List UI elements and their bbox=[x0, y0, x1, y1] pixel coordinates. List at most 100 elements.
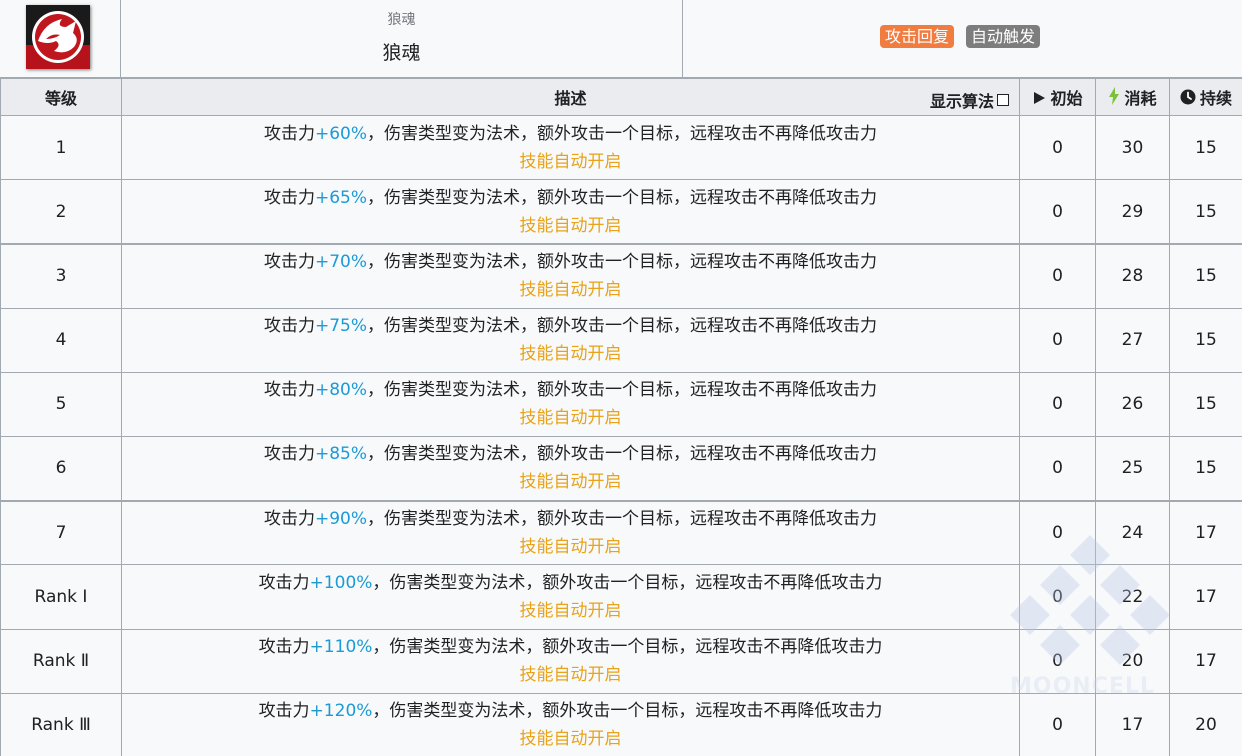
level-cell: Rank Ⅲ bbox=[0, 692, 122, 756]
duration-cell: 15 bbox=[1169, 371, 1242, 437]
skill-level-table: 等级 描述 显示算法 初始 消耗 持续 1 攻击力+60%，伤害类型变为法术，额… bbox=[0, 78, 1242, 756]
tag-attack-recovery: 攻击回复 bbox=[880, 25, 955, 48]
cost-header-label: 消耗 bbox=[1124, 89, 1157, 108]
skill-icon-cell bbox=[0, 0, 121, 78]
skill-name: 狼魂 bbox=[382, 42, 421, 64]
level-cell: 6 bbox=[0, 435, 122, 502]
desc-text: 攻击力+90%，伤害类型变为法术，额外攻击一个目标，远程攻击不再降低攻击力 bbox=[122, 505, 1019, 533]
level-cell: 4 bbox=[0, 307, 122, 373]
desc-prefix: 攻击力 bbox=[258, 637, 310, 658]
auto-activate-note: 技能自动开启 bbox=[519, 536, 622, 557]
clock-icon bbox=[1180, 89, 1196, 105]
skill-name-cell: 狼魂 狼魂 bbox=[121, 0, 683, 78]
table-row: Rank Ⅲ 攻击力+120%，伤害类型变为法术，额外攻击一个目标，远程攻击不再… bbox=[0, 692, 1242, 756]
desc-header-label: 描述 bbox=[554, 89, 587, 108]
auto-activate-note: 技能自动开启 bbox=[519, 344, 622, 365]
wolf-skill-icon bbox=[26, 5, 90, 69]
cost-cell: 25 bbox=[1095, 435, 1170, 502]
attack-bonus: +100% bbox=[309, 572, 373, 593]
desc-suffix: ，伤害类型变为法术，额外攻击一个目标，远程攻击不再降低攻击力 bbox=[367, 508, 878, 529]
table-header-row: 等级 描述 显示算法 初始 消耗 持续 bbox=[0, 78, 1242, 116]
desc-text: 攻击力+110%，伤害类型变为法术，额外攻击一个目标，远程攻击不再降低攻击力 bbox=[122, 633, 1019, 661]
auto-activate-note: 技能自动开启 bbox=[519, 215, 622, 236]
desc-text: 攻击力+100%，伤害类型变为法术，额外攻击一个目标，远程攻击不再降低攻击力 bbox=[122, 569, 1019, 597]
table-row: 3 攻击力+70%，伤害类型变为法术，额外攻击一个目标，远程攻击不再降低攻击力 … bbox=[0, 242, 1242, 309]
initial-cell: 0 bbox=[1019, 179, 1096, 245]
desc-suffix: ，伤害类型变为法术，额外攻击一个目标，远程攻击不再降低攻击力 bbox=[372, 572, 883, 593]
desc-prefix: 攻击力 bbox=[263, 187, 315, 208]
desc-suffix: ，伤害类型变为法术，额外攻击一个目标，远程攻击不再降低攻击力 bbox=[372, 637, 883, 658]
level-cell: 2 bbox=[0, 179, 122, 245]
attack-bonus: +60% bbox=[314, 123, 368, 144]
show-algorithm-toggle[interactable]: 显示算法 bbox=[930, 88, 1009, 112]
desc-suffix: ，伤害类型变为法术，额外攻击一个目标，远程攻击不再降低攻击力 bbox=[367, 380, 878, 401]
desc-prefix: 攻击力 bbox=[263, 316, 315, 337]
initial-cell: 0 bbox=[1019, 371, 1096, 437]
table-row: Rank Ⅱ 攻击力+110%，伤害类型变为法术，额外攻击一个目标，远程攻击不再… bbox=[0, 628, 1242, 694]
duration-cell: 15 bbox=[1169, 179, 1242, 245]
auto-activate-note: 技能自动开启 bbox=[519, 151, 622, 172]
cost-cell: 26 bbox=[1095, 371, 1170, 437]
level-cell: 3 bbox=[0, 242, 122, 309]
auto-activate-note: 技能自动开启 bbox=[519, 665, 622, 686]
table-row: 7 攻击力+90%，伤害类型变为法术，额外攻击一个目标，远程攻击不再降低攻击力 … bbox=[0, 499, 1242, 566]
table-row: 5 攻击力+80%，伤害类型变为法术，额外攻击一个目标，远程攻击不再降低攻击力 … bbox=[0, 371, 1242, 437]
initial-cell: 0 bbox=[1019, 114, 1096, 181]
desc-text: 攻击力+85%，伤害类型变为法术，额外攻击一个目标，远程攻击不再降低攻击力 bbox=[122, 440, 1019, 468]
desc-cell: 攻击力+75%，伤害类型变为法术，额外攻击一个目标，远程攻击不再降低攻击力 技能… bbox=[121, 307, 1020, 373]
duration-cell: 17 bbox=[1169, 499, 1242, 566]
level-cell: Rank Ⅱ bbox=[0, 628, 122, 694]
level-header: 等级 bbox=[0, 78, 122, 116]
cost-cell: 27 bbox=[1095, 307, 1170, 373]
table-row: 2 攻击力+65%，伤害类型变为法术，额外攻击一个目标，远程攻击不再降低攻击力 … bbox=[0, 179, 1242, 245]
cost-cell: 30 bbox=[1095, 114, 1170, 181]
desc-prefix: 攻击力 bbox=[263, 123, 315, 144]
initial-header-label: 初始 bbox=[1050, 89, 1083, 108]
duration-cell: 15 bbox=[1169, 242, 1242, 309]
lightning-icon bbox=[1109, 87, 1120, 105]
table-row: 1 攻击力+60%，伤害类型变为法术，额外攻击一个目标，远程攻击不再降低攻击力 … bbox=[0, 114, 1242, 181]
desc-suffix: ，伤害类型变为法术，额外攻击一个目标，远程攻击不再降低攻击力 bbox=[372, 701, 883, 722]
skill-name-original: 狼魂 bbox=[387, 12, 416, 28]
skill-header: 狼魂 狼魂 攻击回复 自动触发 bbox=[0, 0, 1242, 78]
attack-bonus: +75% bbox=[314, 316, 368, 337]
skill-tags-cell: 攻击回复 自动触发 bbox=[683, 0, 1242, 78]
attack-bonus: +85% bbox=[314, 444, 368, 465]
desc-text: 攻击力+120%，伤害类型变为法术，额外攻击一个目标，远程攻击不再降低攻击力 bbox=[122, 697, 1019, 725]
duration-cell: 20 bbox=[1169, 692, 1242, 756]
desc-text: 攻击力+70%，伤害类型变为法术，额外攻击一个目标，远程攻击不再降低攻击力 bbox=[122, 248, 1019, 276]
duration-cell: 15 bbox=[1169, 307, 1242, 373]
attack-bonus: +120% bbox=[309, 701, 373, 722]
desc-suffix: ，伤害类型变为法术，额外攻击一个目标，远程攻击不再降低攻击力 bbox=[367, 444, 878, 465]
initial-cell: 0 bbox=[1019, 307, 1096, 373]
desc-suffix: ，伤害类型变为法术，额外攻击一个目标，远程攻击不再降低攻击力 bbox=[367, 316, 878, 337]
desc-prefix: 攻击力 bbox=[263, 252, 315, 273]
auto-activate-note: 技能自动开启 bbox=[519, 408, 622, 429]
duration-cell: 15 bbox=[1169, 435, 1242, 502]
initial-cell: 0 bbox=[1019, 628, 1096, 694]
show-algorithm-checkbox[interactable] bbox=[997, 94, 1009, 106]
table-row: 4 攻击力+75%，伤害类型变为法术，额外攻击一个目标，远程攻击不再降低攻击力 … bbox=[0, 307, 1242, 373]
initial-cell: 0 bbox=[1019, 564, 1096, 630]
desc-suffix: ，伤害类型变为法术，额外攻击一个目标，远程攻击不再降低攻击力 bbox=[367, 187, 878, 208]
tag-auto-trigger: 自动触发 bbox=[966, 25, 1041, 48]
attack-bonus: +110% bbox=[309, 637, 373, 658]
desc-cell: 攻击力+100%，伤害类型变为法术，额外攻击一个目标，远程攻击不再降低攻击力 技… bbox=[121, 564, 1020, 630]
desc-text: 攻击力+65%，伤害类型变为法术，额外攻击一个目标，远程攻击不再降低攻击力 bbox=[122, 184, 1019, 212]
desc-text: 攻击力+75%，伤害类型变为法术，额外攻击一个目标，远程攻击不再降低攻击力 bbox=[122, 312, 1019, 340]
cost-cell: 24 bbox=[1095, 499, 1170, 566]
desc-suffix: ，伤害类型变为法术，额外攻击一个目标，远程攻击不再降低攻击力 bbox=[367, 123, 878, 144]
table-row: 6 攻击力+85%，伤害类型变为法术，额外攻击一个目标，远程攻击不再降低攻击力 … bbox=[0, 435, 1242, 502]
cost-cell: 20 bbox=[1095, 628, 1170, 694]
auto-activate-note: 技能自动开启 bbox=[519, 600, 622, 621]
desc-cell: 攻击力+110%，伤害类型变为法术，额外攻击一个目标，远程攻击不再降低攻击力 技… bbox=[121, 628, 1020, 694]
level-cell: 5 bbox=[0, 371, 122, 437]
play-icon bbox=[1034, 92, 1046, 104]
desc-suffix: ，伤害类型变为法术，额外攻击一个目标，远程攻击不再降低攻击力 bbox=[367, 252, 878, 273]
duration-header-label: 持续 bbox=[1199, 89, 1232, 108]
desc-prefix: 攻击力 bbox=[263, 444, 315, 465]
duration-cell: 17 bbox=[1169, 564, 1242, 630]
cost-header: 消耗 bbox=[1095, 78, 1170, 116]
desc-prefix: 攻击力 bbox=[258, 701, 310, 722]
desc-cell: 攻击力+85%，伤害类型变为法术，额外攻击一个目标，远程攻击不再降低攻击力 技能… bbox=[121, 435, 1020, 502]
